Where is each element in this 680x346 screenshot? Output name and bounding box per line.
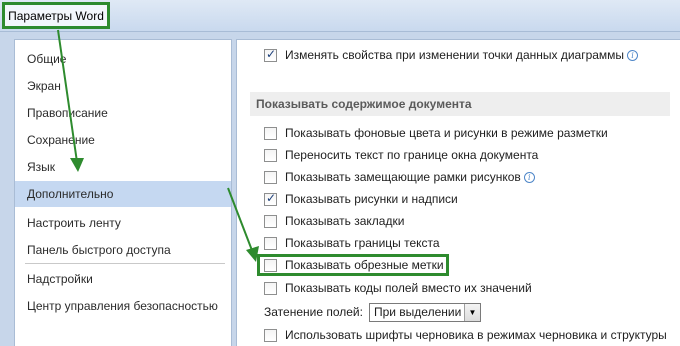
option-label: Изменять свойства при изменении точки да… — [285, 48, 625, 62]
option-chart-data-point-properties[interactable]: Изменять свойства при изменении точки да… — [264, 46, 639, 64]
dialog-frame: Общие Экран Правописание Сохранение Язык… — [0, 32, 680, 346]
sidebar-item-quick-access-toolbar[interactable]: Панель быстрого доступа — [15, 237, 231, 263]
option-label: Показывать замещающие рамки рисунков — [285, 170, 521, 184]
field-shading-value: При выделении — [373, 305, 462, 319]
sidebar-item-language[interactable]: Язык — [15, 154, 231, 180]
option-picture-placeholders[interactable]: Показывать замещающие рамки рисунков i — [264, 168, 535, 186]
checkbox[interactable] — [264, 214, 277, 228]
window-title: Параметры Word — [2, 2, 110, 29]
checkbox[interactable] — [264, 148, 277, 162]
section-title: Показывать содержимое документа — [250, 92, 670, 116]
option-drawings-textboxes[interactable]: Показывать рисунки и надписи — [264, 190, 458, 208]
info-icon: i — [523, 171, 535, 183]
checkbox[interactable] — [264, 328, 277, 342]
checkbox[interactable] — [264, 170, 277, 184]
sidebar-divider — [25, 263, 225, 264]
option-label: Показывать границы текста — [285, 236, 440, 250]
sidebar-item-proofing[interactable]: Правописание — [15, 100, 231, 126]
sidebar-item-display[interactable]: Экран — [15, 73, 231, 99]
crop-marks-highlight — [257, 254, 449, 276]
chevron-down-icon[interactable]: ▼ — [463, 303, 480, 321]
option-bookmarks[interactable]: Показывать закладки — [264, 212, 404, 230]
option-label: Показывать коды полей вместо их значений — [285, 281, 532, 295]
option-field-codes[interactable]: Показывать коды полей вместо их значений — [264, 279, 532, 297]
checkbox[interactable] — [264, 47, 277, 62]
option-draft-fonts[interactable]: Использовать шрифты черновика в режимах … — [264, 326, 667, 344]
field-shading-select[interactable]: При выделении ▼ — [368, 302, 481, 322]
option-label: Показывать закладки — [285, 214, 405, 228]
field-shading-label: Затенение полей: — [264, 305, 363, 319]
checkbox[interactable] — [264, 126, 277, 140]
info-icon: i — [627, 49, 639, 61]
sidebar: Общие Экран Правописание Сохранение Язык… — [14, 39, 232, 346]
checkbox[interactable] — [264, 281, 277, 295]
sidebar-item-trust-center[interactable]: Центр управления безопасностью — [15, 293, 231, 319]
title-bar: Параметры Word — [0, 0, 680, 32]
field-shading-row: Затенение полей: При выделении ▼ — [264, 302, 481, 322]
option-label: Переносить текст по границе окна докумен… — [285, 148, 539, 162]
checkbox[interactable] — [264, 191, 277, 206]
sidebar-item-advanced[interactable]: Дополнительно — [15, 181, 231, 207]
option-text-boundaries[interactable]: Показывать границы текста — [264, 234, 440, 252]
checkbox[interactable] — [264, 236, 277, 250]
option-label: Использовать шрифты черновика в режимах … — [285, 328, 667, 342]
sidebar-item-general[interactable]: Общие — [15, 46, 231, 72]
sidebar-item-save[interactable]: Сохранение — [15, 127, 231, 153]
sidebar-item-addins[interactable]: Надстройки — [15, 266, 231, 292]
option-wrap-text[interactable]: Переносить текст по границе окна докумен… — [264, 146, 538, 164]
option-background-colors[interactable]: Показывать фоновые цвета и рисунки в реж… — [264, 124, 608, 142]
sidebar-item-customize-ribbon[interactable]: Настроить ленту — [15, 210, 231, 236]
option-label: Показывать фоновые цвета и рисунки в реж… — [285, 126, 608, 140]
option-label: Показывать рисунки и надписи — [285, 192, 458, 206]
